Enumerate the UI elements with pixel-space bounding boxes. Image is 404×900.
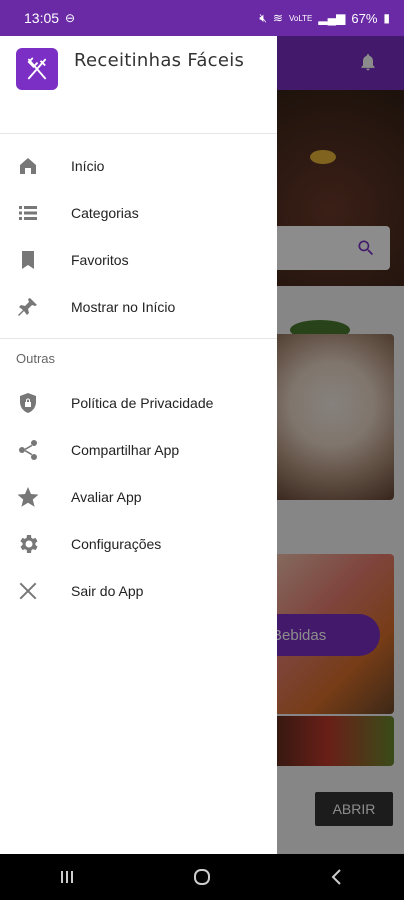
gear-icon	[16, 532, 40, 556]
menu-item-label: Avaliar App	[71, 488, 142, 505]
menu-item-label: Sair do App	[71, 582, 144, 599]
menu-item-compartilhar-app[interactable]: Compartilhar App	[0, 426, 277, 473]
section-label-outras: Outras	[16, 351, 56, 366]
app-logo	[16, 48, 58, 90]
star-icon	[16, 485, 40, 509]
pin-icon	[16, 295, 40, 319]
utensils-icon	[27, 57, 47, 80]
menu-item-label: Categorias	[71, 204, 139, 221]
home-circle-icon	[193, 869, 210, 885]
do-not-disturb-icon: ⊖	[65, 11, 76, 25]
recent-apps-icon	[61, 871, 74, 883]
other-menu: Política de Privacidade Compartilhar App…	[0, 379, 277, 614]
status-time: 13:05	[24, 10, 60, 26]
menu-item-sair-do-app[interactable]: Sair do App	[0, 567, 277, 614]
signal-icon: ▂▄▆	[318, 11, 346, 25]
close-icon	[16, 579, 40, 603]
bookmark-icon	[16, 248, 40, 272]
shield-icon	[16, 391, 40, 415]
home-button[interactable]	[182, 862, 222, 892]
menu-item-categorias[interactable]: Categorias	[0, 189, 277, 236]
list-icon	[16, 201, 40, 225]
recent-apps-button[interactable]	[47, 862, 87, 892]
system-nav-bar	[0, 854, 404, 900]
app-title: Receitinhas Fáceis	[74, 50, 245, 71]
back-button[interactable]	[317, 862, 357, 892]
menu-item-avaliar-app[interactable]: Avaliar App	[0, 473, 277, 520]
status-bar: 13:05 ⊖ 🔇︎ ≋ VoLTE ▂▄▆ 67% ▮	[0, 0, 404, 36]
battery-icon: ▮	[383, 11, 390, 25]
menu-item-label: Compartilhar App	[71, 441, 180, 458]
menu-item-label: Início	[71, 157, 105, 174]
network-label: VoLTE	[288, 13, 313, 23]
drawer-header: Receitinhas Fáceis	[0, 36, 277, 134]
back-icon	[331, 869, 341, 885]
menu-item-label: Favoritos	[71, 251, 129, 268]
menu-item-configuracoes[interactable]: Configurações	[0, 520, 277, 567]
menu-item-label: Mostrar no Início	[71, 298, 176, 315]
navigation-drawer: Receitinhas Fáceis Início Categorias Fav…	[0, 36, 277, 854]
main-menu: Início Categorias Favoritos Mostrar no I…	[0, 134, 277, 339]
mute-icon: 🔇︎	[259, 10, 267, 25]
menu-item-inicio[interactable]: Início	[0, 142, 277, 189]
menu-item-politica-privacidade[interactable]: Política de Privacidade	[0, 379, 277, 426]
battery-level: 67%	[351, 10, 378, 26]
wifi-icon: ≋	[272, 11, 283, 25]
share-icon	[16, 438, 40, 462]
menu-item-label: Configurações	[71, 535, 162, 552]
menu-item-favoritos[interactable]: Favoritos	[0, 236, 277, 283]
menu-item-label: Política de Privacidade	[71, 394, 214, 411]
home-icon	[16, 154, 40, 178]
menu-item-mostrar-no-inicio[interactable]: Mostrar no Início	[0, 283, 277, 330]
